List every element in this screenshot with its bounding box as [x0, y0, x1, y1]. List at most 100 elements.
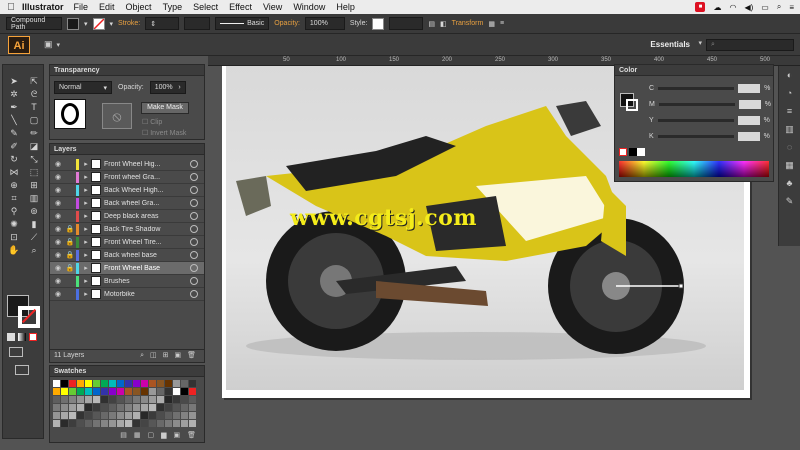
expand-triangle-icon[interactable]: ▸ [81, 251, 91, 259]
brushes-panel-icon[interactable]: ✎ [779, 192, 800, 210]
color-swatch[interactable] [149, 420, 156, 427]
white-swatch[interactable] [637, 148, 645, 156]
magic-wand-tool-icon[interactable]: ✲ [4, 88, 24, 100]
color-swatch[interactable] [165, 388, 172, 395]
color-mode-icon[interactable] [7, 333, 15, 341]
color-swatch[interactable] [117, 388, 124, 395]
color-swatch[interactable] [101, 380, 108, 387]
color-swatch[interactable] [189, 404, 196, 411]
show-kinds-icon[interactable]: ▦ [134, 430, 141, 442]
target-circle-icon[interactable] [190, 186, 198, 194]
expand-triangle-icon[interactable]: ▸ [81, 225, 91, 233]
screen-mode-icon[interactable] [15, 365, 29, 375]
layer-row[interactable]: ◉ ▸ Motorbike [50, 288, 204, 301]
transparency-panel-icon[interactable]: ◌ [779, 138, 800, 156]
layer-name[interactable]: Front Wheel Tire... [104, 239, 190, 246]
color-swatch[interactable] [117, 420, 124, 427]
layer-row[interactable]: ◉ 🔒 ▸ Back Tire Shadow [50, 223, 204, 236]
color-swatch[interactable] [93, 380, 100, 387]
gradient-panel-icon[interactable]: ▥ [779, 120, 800, 138]
apple-icon[interactable]:  [0, 2, 22, 13]
color-swatch[interactable] [149, 404, 156, 411]
color-swatch[interactable] [181, 404, 188, 411]
symbol-sprayer-tool-icon[interactable]: ✺ [4, 218, 24, 230]
channel-slider[interactable] [658, 102, 735, 106]
color-swatch[interactable] [109, 420, 116, 427]
channel-slider[interactable] [657, 134, 734, 138]
color-swatch[interactable] [93, 412, 100, 419]
color-swatch[interactable] [165, 380, 172, 387]
color-swatch[interactable] [85, 396, 92, 403]
color-swatch[interactable] [157, 388, 164, 395]
target-circle-icon[interactable] [190, 238, 198, 246]
blob-brush-tool-icon[interactable]: ✐ [4, 140, 24, 152]
line-tool-icon[interactable]: ╲ [4, 114, 24, 126]
target-circle-icon[interactable] [190, 277, 198, 285]
swatch-options-icon[interactable]: ▢ [147, 430, 154, 442]
make-mask-button[interactable]: Make Mask [141, 102, 189, 114]
channel-slider[interactable] [658, 86, 735, 90]
lock-icon[interactable]: 🔒 [64, 238, 76, 246]
mesh-tool-icon[interactable]: ⌗ [4, 192, 24, 204]
opacity-input[interactable]: 100% [304, 17, 345, 30]
color-swatch[interactable] [133, 404, 140, 411]
perspective-grid-tool-icon[interactable]: ⊞ [24, 179, 44, 191]
menu-file[interactable]: File [74, 2, 89, 12]
stroke-mini[interactable] [626, 99, 638, 111]
opacity-link[interactable]: Opacity: [274, 20, 300, 27]
layers-tab[interactable]: Layers [50, 144, 204, 155]
color-swatch[interactable] [149, 388, 156, 395]
blend-mode-dropdown[interactable]: Normal ▾ [54, 81, 112, 94]
visibility-eye-icon[interactable]: ◉ [52, 212, 64, 220]
target-circle-icon[interactable] [190, 264, 198, 272]
wifi-icon[interactable]: ◠ [729, 3, 736, 12]
eraser-tool-icon[interactable]: ◪ [24, 140, 44, 152]
color-swatch[interactable] [125, 404, 132, 411]
volume-icon[interactable]: ◀) [744, 3, 753, 12]
expand-triangle-icon[interactable]: ▸ [81, 160, 91, 168]
color-swatch[interactable] [101, 388, 108, 395]
chevron-down-icon[interactable]: ▾ [84, 20, 88, 28]
layer-row[interactable]: ◉ ▸ Front wheel Gra... [50, 171, 204, 184]
color-swatch[interactable] [53, 404, 60, 411]
mask-thumbnail[interactable]: ⦸ [102, 103, 132, 129]
expand-triangle-icon[interactable]: ▸ [81, 264, 91, 272]
color-swatch[interactable] [165, 412, 172, 419]
color-swatch[interactable] [141, 388, 148, 395]
eyedropper-tool-icon[interactable]: ⚲ [4, 205, 24, 217]
color-swatch[interactable] [77, 420, 84, 427]
color-swatch[interactable] [85, 404, 92, 411]
channel-value-input[interactable] [738, 83, 761, 93]
color-swatch[interactable] [141, 396, 148, 403]
new-color-group-icon[interactable]: ▆ [161, 430, 166, 442]
color-swatch[interactable] [109, 404, 116, 411]
color-swatch[interactable] [85, 380, 92, 387]
visibility-eye-icon[interactable]: ◉ [52, 225, 64, 233]
color-swatch[interactable] [149, 412, 156, 419]
color-swatch[interactable] [69, 412, 76, 419]
menu-effect[interactable]: Effect [229, 2, 252, 12]
color-swatch[interactable] [157, 420, 164, 427]
color-swatch[interactable] [149, 396, 156, 403]
color-swatch[interactable] [157, 404, 164, 411]
color-swatch[interactable] [53, 412, 60, 419]
channel-value-input[interactable] [737, 115, 760, 125]
expand-triangle-icon[interactable]: ▸ [81, 212, 91, 220]
color-swatch[interactable] [173, 396, 180, 403]
align-icon[interactable]: ▤ [428, 20, 435, 28]
color-swatch[interactable] [141, 404, 148, 411]
width-tool-icon[interactable]: ⋈ [4, 166, 24, 178]
bridge-icon[interactable]: ▣ [44, 39, 53, 50]
channel-slider[interactable] [657, 118, 734, 122]
color-swatch[interactable] [53, 420, 60, 427]
menu-object[interactable]: Object [126, 2, 152, 12]
color-tab[interactable]: Color [615, 65, 773, 76]
color-swatch[interactable] [125, 388, 132, 395]
artboard-tool-icon[interactable]: ⊡ [4, 231, 24, 243]
color-spectrum[interactable] [619, 161, 769, 177]
target-circle-icon[interactable] [190, 173, 198, 181]
rectangle-tool-icon[interactable]: ▢ [24, 114, 44, 126]
color-swatch[interactable] [61, 404, 68, 411]
color-swatch[interactable] [165, 396, 172, 403]
make-clipping-mask-icon[interactable]: ◫ [150, 350, 157, 362]
